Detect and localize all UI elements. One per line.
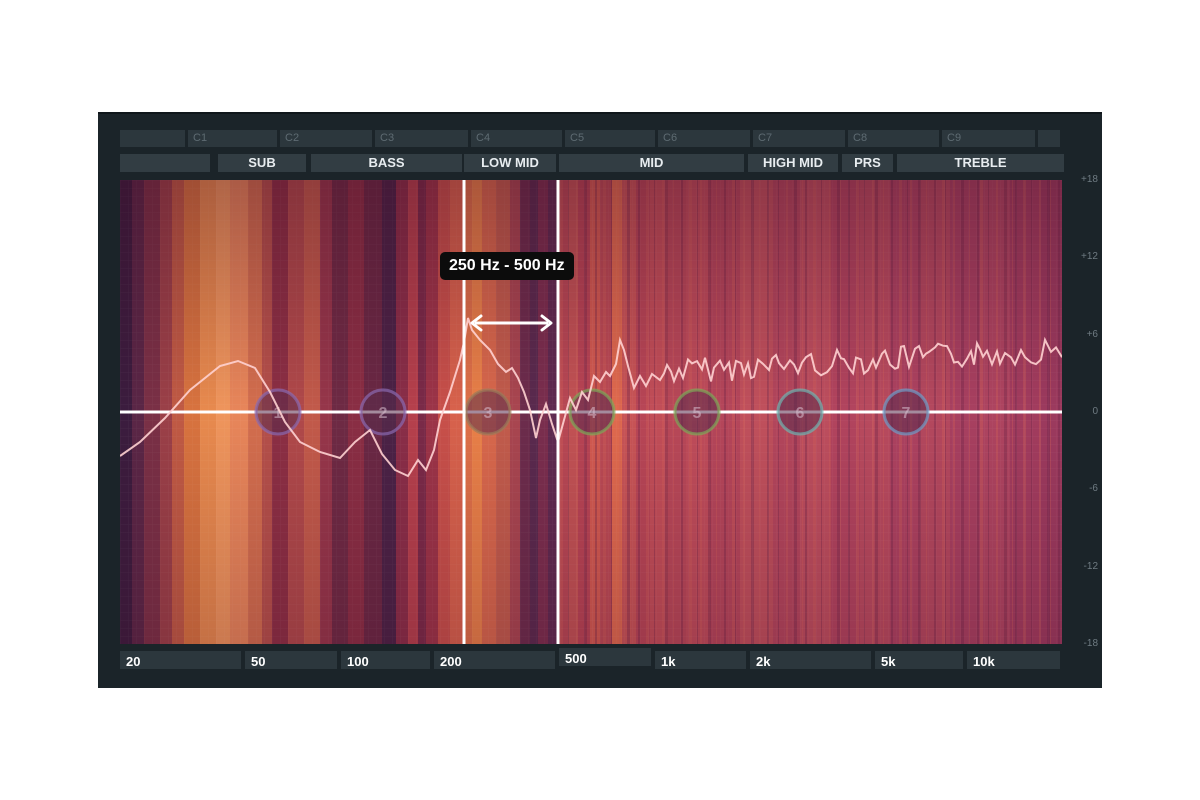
band-sub[interactable]: SUB <box>218 154 306 172</box>
freq-label-50: 50 <box>245 651 337 669</box>
spectrum-display[interactable]: 1 2 3 4 5 6 7 <box>120 180 1062 644</box>
eq-node-2[interactable]: 2 <box>359 388 407 436</box>
eq-node-number: 7 <box>902 405 911 422</box>
freq-label-10k: 10k <box>967 651 1060 669</box>
eq-node-4[interactable]: 4 <box>568 388 616 436</box>
note-label-c8: C8 <box>848 130 939 147</box>
eq-node-1[interactable]: 1 <box>254 388 302 436</box>
db-label: -6 <box>1089 483 1098 495</box>
eq-node-5[interactable]: 5 <box>673 388 721 436</box>
band-blank[interactable] <box>120 154 210 172</box>
freq-label-1k: 1k <box>655 651 746 669</box>
band-bass[interactable]: BASS <box>311 154 462 172</box>
note-label-c2: C2 <box>280 130 372 147</box>
range-label: 250 Hz - 500 Hz <box>440 252 574 280</box>
band-treble[interactable]: TREBLE <box>897 154 1064 172</box>
db-label: +12 <box>1081 251 1098 263</box>
freq-label-500: 500 <box>559 648 651 666</box>
eq-node-number: 5 <box>693 405 702 422</box>
note-label-c3: C3 <box>375 130 468 147</box>
note-label-c5: C5 <box>565 130 655 147</box>
freq-label-5k: 5k <box>875 651 963 669</box>
note-label-blank <box>1038 130 1060 147</box>
db-label: 0 <box>1092 405 1098 417</box>
eq-node-number: 2 <box>379 405 388 422</box>
freq-label-2k: 2k <box>750 651 871 669</box>
eq-node-7[interactable]: 7 <box>882 388 930 436</box>
db-label: +6 <box>1086 328 1098 340</box>
eq-node-number: 6 <box>796 405 805 422</box>
db-label: -12 <box>1083 560 1098 572</box>
db-label: +18 <box>1081 174 1098 185</box>
eq-node-number: 4 <box>588 405 597 422</box>
freq-label-100: 100 <box>341 651 430 669</box>
note-label-c1: C1 <box>188 130 277 147</box>
note-label-blank <box>120 130 185 147</box>
db-label: -18 <box>1083 637 1098 649</box>
note-label-c9: C9 <box>942 130 1035 147</box>
note-label-c6: C6 <box>658 130 750 147</box>
eq-node-6[interactable]: 6 <box>776 388 824 436</box>
band-prs[interactable]: PRS <box>842 154 893 172</box>
band-low-mid[interactable]: LOW MID <box>464 154 556 172</box>
freq-label-20: 20 <box>120 651 241 669</box>
band-high-mid[interactable]: HIGH MID <box>748 154 838 172</box>
eq-node-3[interactable]: 3 <box>464 388 512 436</box>
freq-label-200: 200 <box>434 651 555 669</box>
band-mid[interactable]: MID <box>559 154 744 172</box>
spectrum-analyzer-panel: 1 2 3 4 5 6 7 C1 C2 C3 C4 C5 C6 C7 C8 C9 SUB BASS LOW MID… <box>98 112 1102 688</box>
note-label-c4: C4 <box>471 130 562 147</box>
note-label-c7: C7 <box>753 130 845 147</box>
eq-node-number: 3 <box>484 405 493 422</box>
